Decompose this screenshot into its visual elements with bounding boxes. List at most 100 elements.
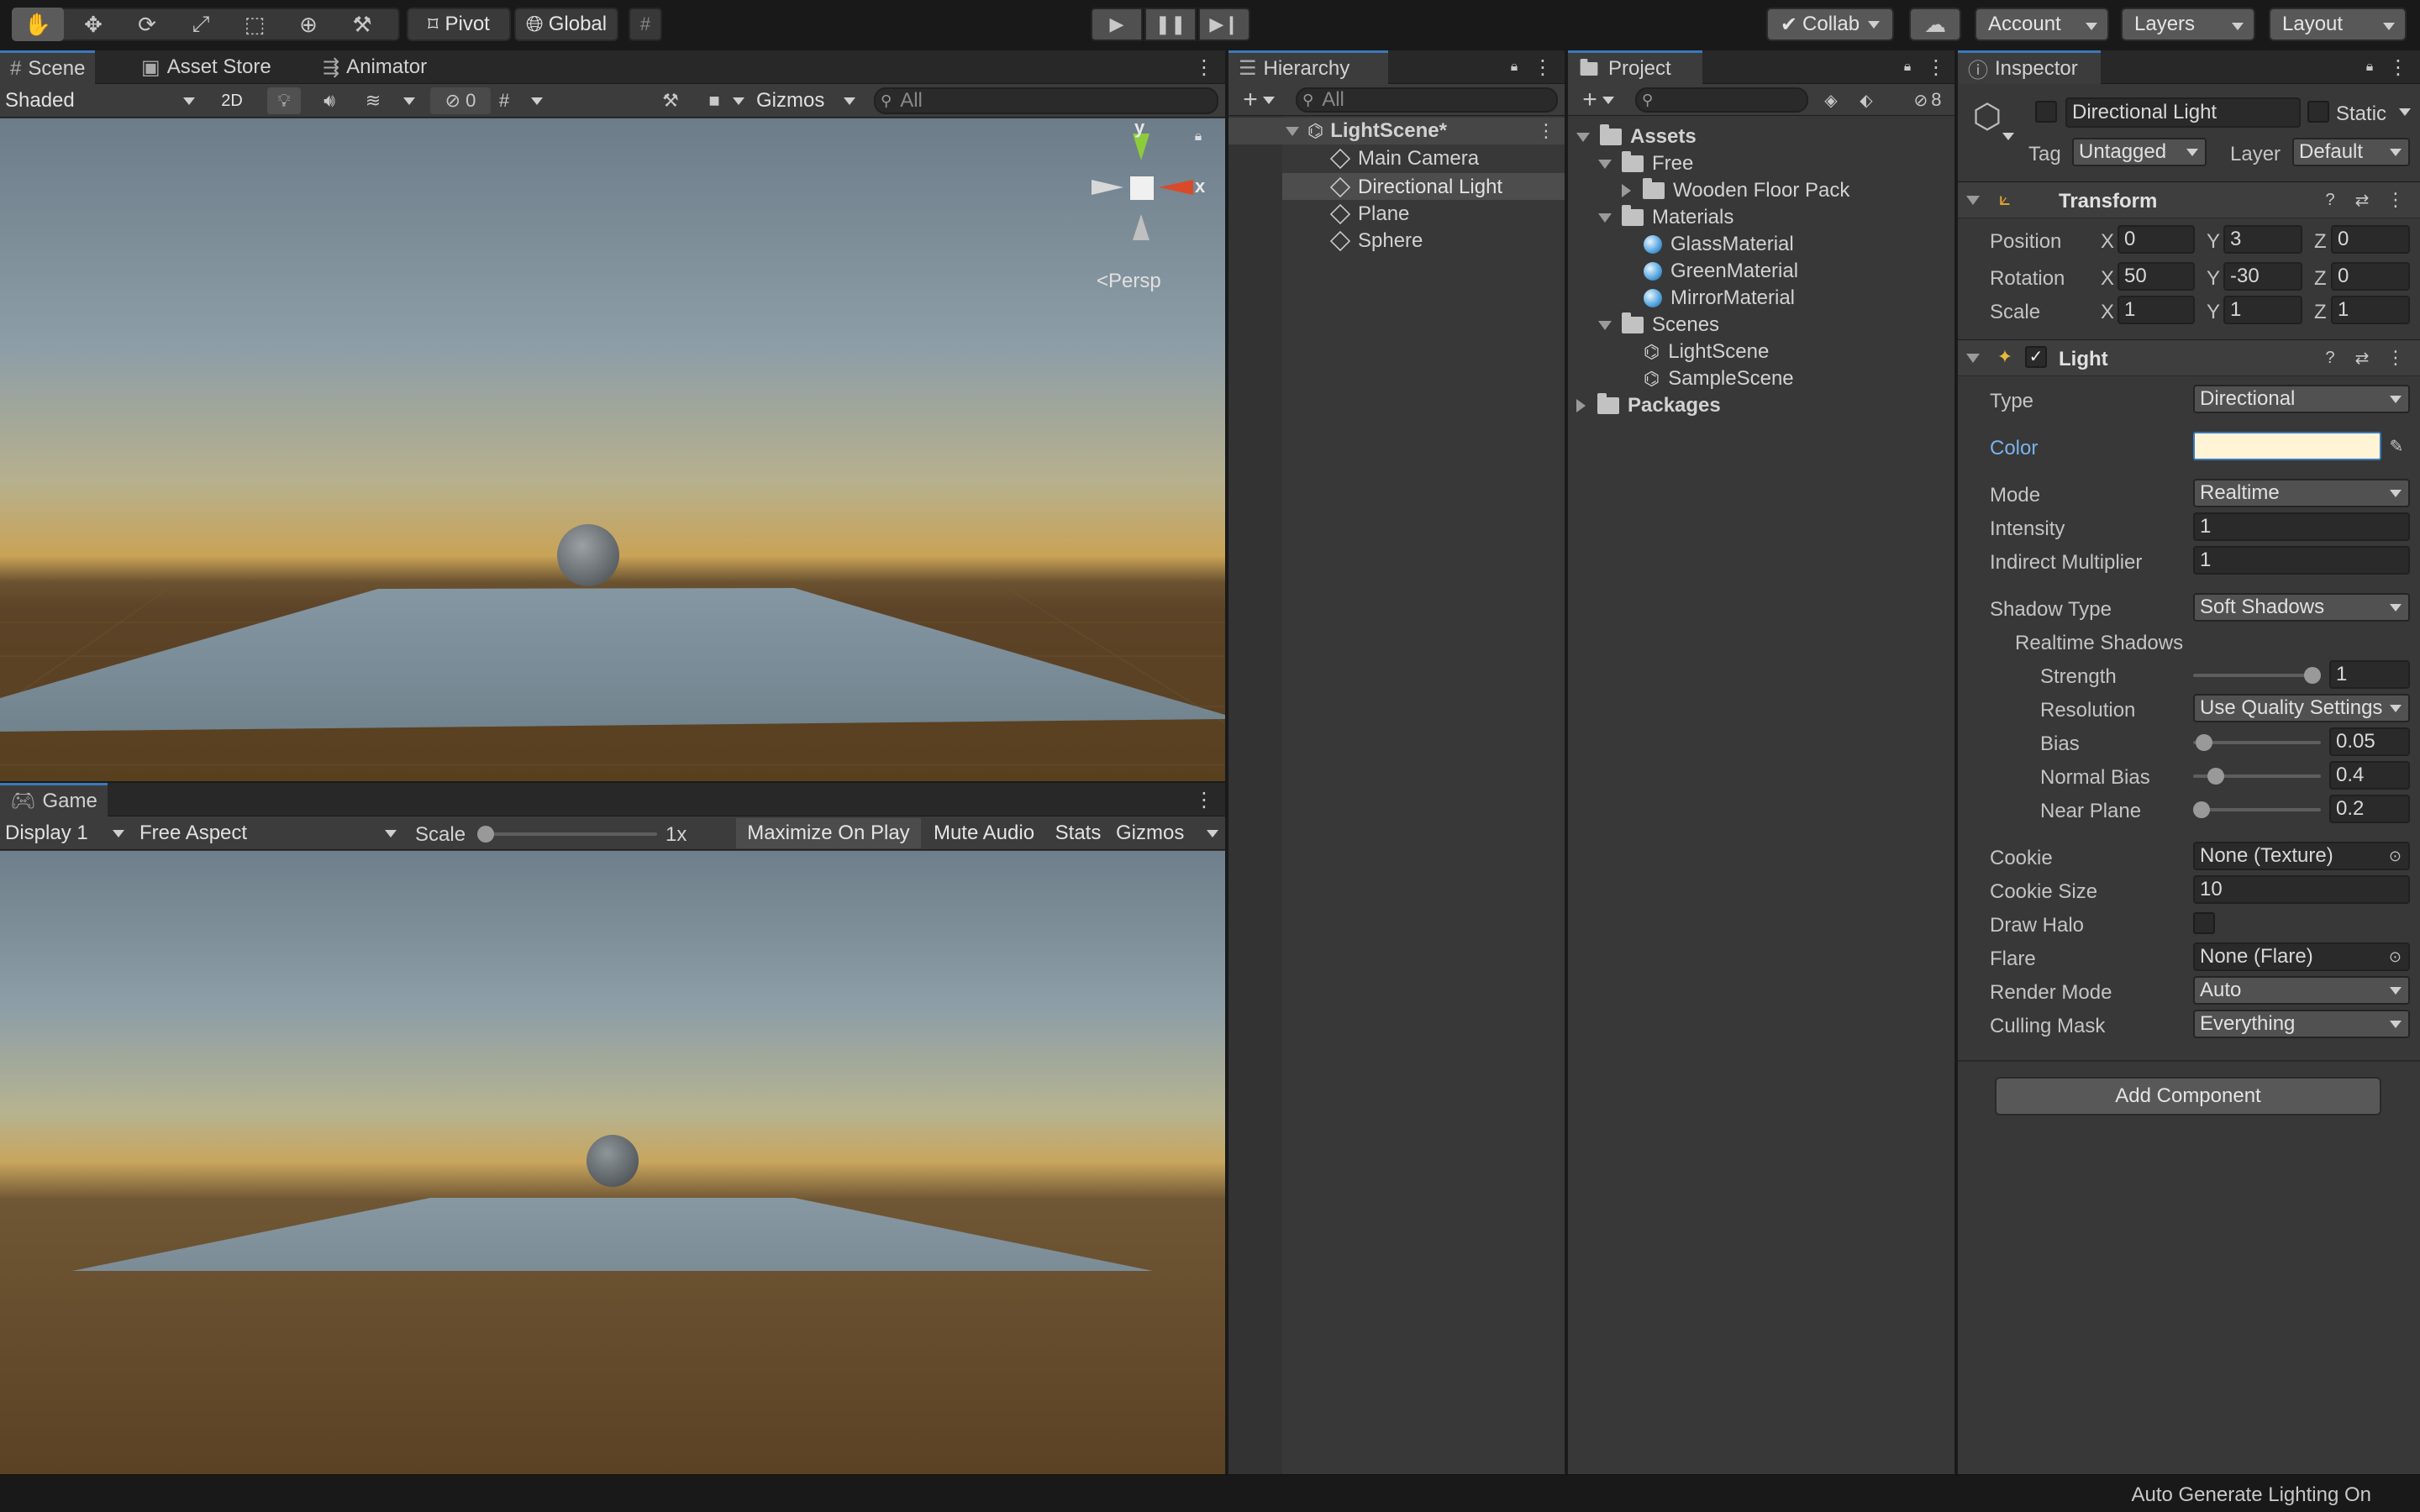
game-more-icon[interactable]: ⋮ [1192,783,1217,816]
tab-hierarchy[interactable]: ☰ Hierarchy [1228,50,1388,84]
transform-presets-icon[interactable]: ⇄ [2349,188,2375,212]
rotation-x-field[interactable]: 50 [2118,262,2195,291]
mute-audio-button[interactable]: Mute Audio [924,818,1044,848]
scene-search-input[interactable]: ⚲ All [874,87,1218,114]
intensity-field[interactable]: 1 [2193,512,2410,541]
tab-game[interactable]: 🎮︎ Game [0,783,108,816]
grid-caret-icon[interactable] [524,87,550,114]
light-foldout-icon[interactable] [1963,346,1983,370]
near-plane-slider[interactable] [2193,808,2321,811]
light-help-icon[interactable]: ? [2317,346,2343,370]
hierarchy-item[interactable]: Sphere [1329,228,1423,254]
persp-label[interactable]: <Persp [1097,271,1161,291]
project-material-item[interactable]: GlassMaterial [1644,232,1794,257]
maximize-on-play-button[interactable]: Maximize On Play [736,818,921,848]
tab-inspector[interactable]: ⓘ Inspector [1958,50,2101,84]
render-mode-dropdown[interactable]: Auto [2193,976,2410,1005]
custom-tool-icon[interactable]: ⚒ [336,8,388,41]
project-scenes-folder[interactable]: Scenes [1598,312,1719,338]
scene-gizmos-dropdown[interactable]: Gizmos [751,87,862,114]
strength-field[interactable]: 1 [2329,660,2410,689]
hierarchy-add-icon[interactable]: + [1235,86,1282,114]
effects-caret-icon[interactable] [397,87,422,114]
effects-toggle-icon[interactable]: ≋ [356,87,390,114]
rotation-y-field[interactable]: -30 [2223,262,2302,291]
project-add-icon[interactable]: + [1575,86,1622,114]
scene-game-divider[interactable] [0,781,1225,783]
object-picker-icon[interactable]: ⊙ [2389,948,2402,966]
display-dropdown[interactable]: Display 1 [0,818,131,848]
scale-tool-icon[interactable]: ⤢ [175,8,227,41]
hand-tool-icon[interactable]: ✋ [12,8,64,41]
game-gizmos-dropdown[interactable]: Gizmos [1111,818,1225,848]
icon-caret[interactable] [2000,128,2017,144]
inspector-more-icon[interactable]: ⋮ [2386,55,2410,79]
project-packages-folder[interactable]: Packages [1576,393,1721,418]
transform-help-icon[interactable]: ? [2317,188,2343,212]
layer-dropdown[interactable]: Default [2292,138,2410,166]
stats-button[interactable]: Stats [1047,818,1109,848]
shading-mode-dropdown[interactable]: Shaded [0,86,202,116]
static-caret[interactable] [2395,101,2415,123]
normal-bias-field[interactable]: 0.4 [2329,761,2410,790]
hierarchy-item[interactable]: Main Camera [1329,146,1479,171]
inspector-lock-icon[interactable]: 🔒︎ [2358,55,2381,79]
scene-more-icon[interactable]: ⋮ [1192,50,1217,84]
lighting-toggle-icon[interactable]: 💡︎ [267,87,301,114]
near-plane-field[interactable]: 0.2 [2329,795,2410,823]
static-checkbox[interactable] [2307,101,2329,123]
cookie-field[interactable]: None (Texture) ⊙ [2193,842,2410,870]
rotate-tool-icon[interactable]: ⟳ [121,8,173,41]
near-plane-knob[interactable] [2193,801,2210,818]
hierarchy-search-input[interactable]: ⚲ All [1296,87,1558,113]
project-more-icon[interactable]: ⋮ [1924,55,1948,79]
pause-button-icon[interactable]: ❚❚ [1144,8,1197,41]
tab-scene[interactable]: # Scene [0,50,96,84]
scene-row-more-icon[interactable]: ⋮ [1536,119,1556,143]
active-checkbox[interactable] [2035,101,2057,123]
position-z-field[interactable]: 0 [2331,225,2410,254]
light-color-swatch[interactable] [2193,432,2381,460]
light-mode-dropdown[interactable]: Realtime [2193,479,2410,507]
tab-project[interactable]: Project [1568,50,1702,84]
layout-dropdown[interactable]: Layout [2269,8,2407,41]
pivot-button[interactable]: ⌑ Pivot [407,8,511,41]
scale-z-field[interactable]: 1 [2331,296,2410,324]
cloud-icon[interactable]: ☁ [1909,8,1961,41]
hidden-objects-icon[interactable]: ⊘ 0 [430,87,491,114]
rect-tool-icon[interactable]: ⬚ [229,8,281,41]
tools-icon[interactable]: ⚒ [654,87,687,114]
project-wooden-folder[interactable]: Wooden Floor Pack [1622,178,1849,203]
project-search-input[interactable]: ⚲ [1635,87,1808,113]
resolution-dropdown[interactable]: Use Quality Settings [2193,694,2410,722]
transform-foldout-icon[interactable] [1963,188,1983,212]
orientation-gizmo-icon[interactable] [1080,127,1206,261]
project-material-item[interactable]: GreenMaterial [1644,259,1798,284]
culling-mask-dropdown[interactable]: Everything [2193,1010,2410,1038]
project-materials-folder[interactable]: Materials [1598,205,1733,230]
bias-field[interactable]: 0.05 [2329,727,2410,756]
position-x-field[interactable]: 0 [2118,225,2195,254]
hierarchy-scene-item[interactable]: ⌬ LightScene* [1286,119,1447,143]
tag-dropdown[interactable]: Untagged [2072,138,2207,166]
project-scene-item[interactable]: ⌬ LightScene [1644,339,1769,365]
grid-snap-icon[interactable]: # [629,8,662,41]
project-material-item[interactable]: MirrorMaterial [1644,286,1795,311]
flare-field[interactable]: None (Flare) ⊙ [2193,942,2410,971]
object-picker-icon[interactable]: ⊙ [2389,848,2402,865]
object-name-input[interactable]: Directional Light [2065,97,2301,128]
game-scale-knob[interactable] [477,826,494,843]
project-scene-item[interactable]: ⌬ SampleScene [1644,366,1794,391]
draw-halo-checkbox[interactable] [2193,912,2215,934]
aspect-dropdown[interactable]: Free Aspect [134,818,403,848]
light-type-dropdown[interactable]: Directional [2193,385,2410,413]
collab-button[interactable]: ✔ Collab [1766,8,1894,41]
hierarchy-item[interactable]: Plane [1329,202,1409,227]
game-viewport[interactable] [0,851,1225,1474]
layers-dropdown[interactable]: Layers [2121,8,2255,41]
lock-icon[interactable]: 🔒︎ [1188,127,1208,147]
strength-slider[interactable] [2193,674,2321,677]
audio-toggle-icon[interactable]: 🔊︎ [313,87,346,114]
shadow-type-dropdown[interactable]: Soft Shadows [2193,593,2410,622]
global-button[interactable]: 🌐︎ Global [514,8,618,41]
